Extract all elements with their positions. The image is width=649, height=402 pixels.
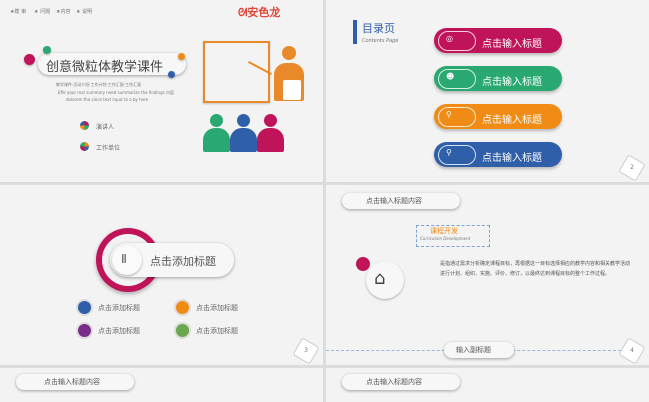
page-number: 2 [618, 154, 646, 182]
slide-1[interactable]: ★瞎 审 ★ 问题 ★内容 ★ 说明 ᘛ安色龙 创意微粒体教学课件 教学课件·活… [0, 0, 323, 182]
title-accent-bar [353, 20, 357, 44]
toc-item-label: 点击输入标题 [482, 115, 542, 126]
desc-line: dolorem tho since text input to a by her… [66, 97, 149, 102]
magenta-dot [24, 54, 35, 65]
podium-icon [283, 80, 301, 100]
slide-5[interactable]: 点击输入标题内容 [0, 368, 323, 402]
student-blue-body-icon [230, 128, 257, 152]
bullet-label: 点击添加标题 [98, 327, 140, 335]
toc-subtitle: Contents Page [362, 38, 399, 44]
nav-item[interactable]: ★内容 [56, 8, 70, 15]
course-description: 是指通过需求分析确定课程目标，再根据这一目标选择相应的教学内容和相关教学活动进行… [440, 261, 631, 277]
slide-2[interactable]: 目录页 Contents Page ◎ 点击输入标题 ☻ 点击输入标题 ⚲ 点击… [326, 0, 649, 182]
bullet-blue-icon [78, 301, 91, 314]
bullet-green-icon [176, 324, 189, 337]
home-icon: ⌂ [374, 268, 386, 289]
slide-4[interactable]: 点击输入标题内容 ⌂ 课程开发 Curriculum Development 是… [326, 185, 649, 365]
toc-item-1[interactable]: ◎ 点击输入标题 [434, 28, 562, 53]
user-icon: ☻ [446, 72, 455, 81]
nav-item[interactable]: ★ 说明 [76, 8, 92, 15]
slide-3[interactable]: Ⅱ 点击添加标题 点击添加标题 点击添加标题 点击添加标题 点击添加标题 3 [0, 185, 323, 365]
student-green-body-icon [203, 128, 230, 152]
nav-item[interactable]: ★瞎 审 [10, 8, 26, 15]
bullet-label: 点击添加标题 [98, 304, 140, 312]
course-subtitle: Curriculum Development [420, 236, 471, 241]
logo: ᘛ安色龙 [238, 4, 280, 20]
course-title: 课程开发 [430, 227, 458, 235]
student-magenta-body-icon [257, 128, 284, 152]
green-dot [43, 46, 51, 54]
slide-6[interactable]: 点击输入标题内容 [326, 368, 649, 402]
settings-icon: ◎ [446, 34, 453, 43]
toc-item-label: 点击输入标题 [482, 77, 542, 88]
bullet-label: 点击添加标题 [196, 304, 238, 312]
accent-dot [356, 257, 370, 271]
orange-dot [178, 53, 185, 60]
page-number: 4 [618, 337, 646, 365]
bullet-ring-icon [80, 142, 89, 151]
slide-header: 点击输入标题内容 [366, 378, 422, 386]
page-number: 3 [292, 337, 320, 365]
bullet-purple-icon [78, 324, 91, 337]
center-badge [112, 245, 142, 275]
search-icon: ⚲ [446, 110, 452, 119]
whiteboard-icon [203, 41, 270, 103]
teacher-head-icon [282, 46, 296, 60]
toc-item-3[interactable]: ⚲ 点击输入标题 [434, 104, 562, 129]
slide-header: 点击输入标题内容 [366, 197, 422, 205]
desc-line: Effe your real summary need summarize th… [58, 90, 174, 95]
toc-item-4[interactable]: ⚲ 点击输入标题 [434, 142, 562, 167]
search-icon: ⚲ [446, 148, 452, 157]
student-blue-head-icon [237, 114, 250, 127]
bullet-label: 点击添加标题 [196, 327, 238, 335]
toc-item-label: 点击输入标题 [482, 153, 542, 164]
student-green-head-icon [210, 114, 223, 127]
pause-icon: Ⅱ [121, 252, 127, 266]
center-title: 点击添加标题 [150, 255, 216, 268]
bullet-ring-icon [80, 121, 89, 130]
dragon-logo-icon: ᘛ [238, 6, 248, 19]
organization-label: 工作单位 [96, 145, 121, 152]
nav-item[interactable]: ★ 问题 [34, 8, 50, 15]
presenter-label: 演讲人 [96, 124, 115, 131]
logo-text: 安色龙 [247, 6, 281, 19]
blue-dot [168, 71, 175, 78]
slide-grid: ★瞎 审 ★ 问题 ★内容 ★ 说明 ᘛ安色龙 创意微粒体教学课件 教学课件·活… [0, 0, 649, 402]
desc-line: 教学课件·活动介绍·工作计划·工作汇报·工作汇报 [56, 82, 142, 87]
main-title: 创意微粒体教学课件 [46, 60, 164, 75]
slide-header: 点击输入标题内容 [44, 378, 100, 386]
student-magenta-head-icon [264, 114, 277, 127]
toc-title: 目录页 [362, 22, 395, 35]
sub-title: 输入副标题 [456, 346, 491, 354]
bullet-orange-icon [176, 301, 189, 314]
toc-item-label: 点击输入标题 [482, 39, 542, 50]
toc-item-2[interactable]: ☻ 点击输入标题 [434, 66, 562, 91]
